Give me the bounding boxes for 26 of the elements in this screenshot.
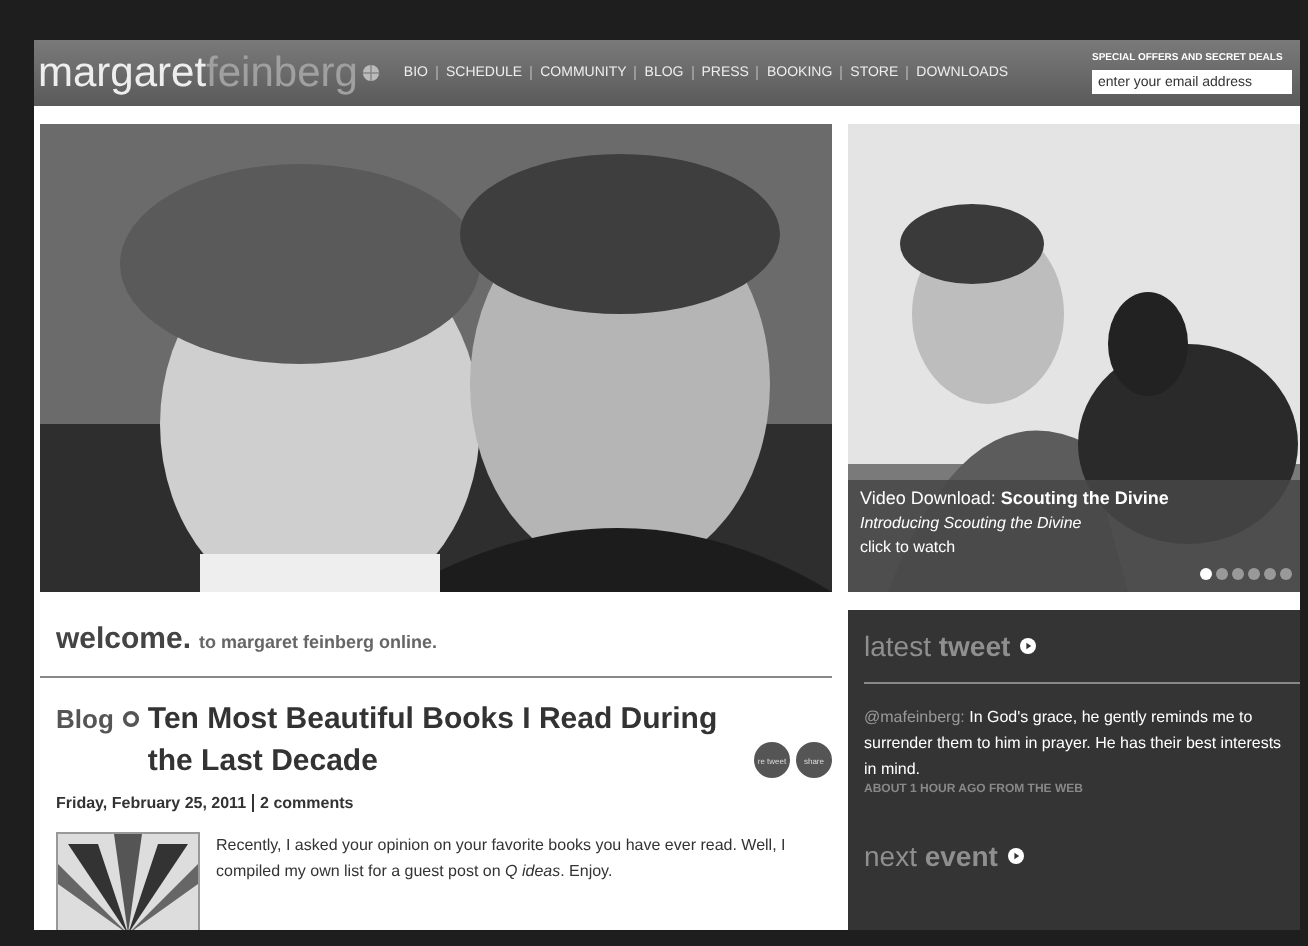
slide-dot[interactable] bbox=[1264, 568, 1276, 580]
blog-label[interactable]: Blog bbox=[56, 698, 114, 740]
circle-icon bbox=[121, 710, 140, 728]
slide-dot[interactable] bbox=[1280, 568, 1292, 580]
welcome-heading: welcome. bbox=[56, 622, 192, 656]
slide-dot[interactable] bbox=[1248, 568, 1260, 580]
post-title[interactable]: Ten Most Beautiful Books I Read During the Last Decade bbox=[147, 698, 754, 782]
post-date: Friday, February 25, 2011 bbox=[56, 794, 247, 812]
slide-dot[interactable] bbox=[1216, 568, 1228, 580]
globe-icon[interactable] bbox=[361, 64, 380, 82]
logo-text[interactable]: margaret bbox=[38, 49, 207, 97]
twitter-handle[interactable]: @mafeinberg: bbox=[864, 708, 965, 726]
watch-link[interactable]: click to watch bbox=[860, 538, 1288, 556]
tweet-heading[interactable]: latest tweet bbox=[864, 630, 1011, 662]
comments-link[interactable]: 2 comments bbox=[260, 794, 354, 812]
tweet-text: @mafeinberg: In God's grace, he gently reminds me to surrender them to him in prayer. He has their best interests in mind. bbox=[864, 706, 1284, 782]
video-title[interactable]: Video Download: Scouting the Divine bbox=[860, 488, 1288, 508]
slide-dot[interactable] bbox=[1232, 568, 1244, 580]
play-icon[interactable] bbox=[1007, 848, 1024, 864]
event-heading[interactable]: next event bbox=[864, 840, 998, 872]
post-excerpt: Recently, I asked your opinion on your favorite books you have ever read. Well, I compiled my own list for a guest post on Q ideas. Enjoy. bbox=[216, 834, 788, 884]
play-icon[interactable] bbox=[1020, 638, 1037, 654]
video-subtitle: Introducing Scouting the Divine bbox=[860, 514, 1084, 532]
logo-text-faded: feinberg bbox=[206, 49, 358, 97]
welcome-text: to margaret feinberg online. bbox=[199, 632, 438, 652]
slide-dot[interactable] bbox=[1200, 568, 1212, 580]
